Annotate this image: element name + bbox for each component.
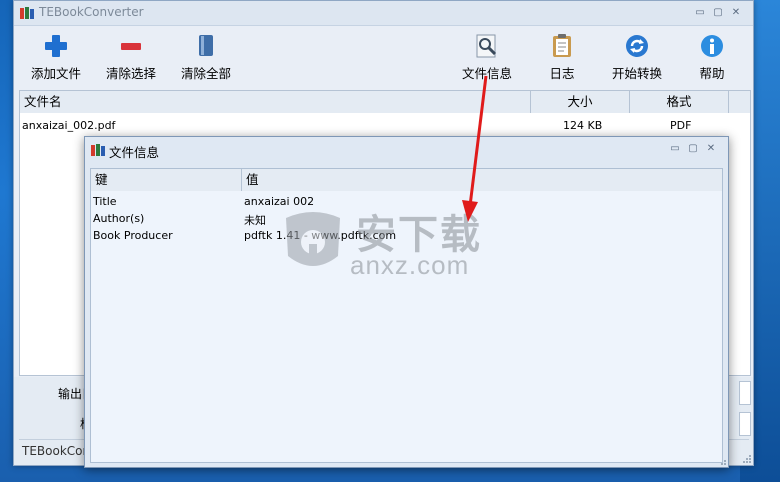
app-books-icon (20, 7, 34, 19)
info-key: Book Producer (93, 229, 173, 242)
maximize-button[interactable]: ▢ (711, 6, 725, 19)
resize-grip-icon[interactable] (717, 456, 727, 466)
app-books-icon (91, 144, 105, 156)
shield-bag-icon (286, 212, 340, 266)
dialog-minimize-button[interactable]: ▭ (668, 142, 682, 155)
add-file-button[interactable]: 添加文件 (17, 33, 95, 85)
file-table-header: 文件名 大小 格式 (19, 90, 751, 114)
file-name-cell: anxaizai_002.pdf (22, 119, 116, 132)
minimize-button[interactable]: ▭ (693, 6, 707, 19)
resize-grip-icon[interactable] (742, 454, 752, 464)
magnifier-icon (476, 34, 497, 58)
toolbar: 添加文件 清除选择 清除全部 文件信息 日志 开始转换 帮助 (14, 27, 753, 87)
info-key: Title (93, 195, 117, 208)
help-button[interactable]: 帮助 (673, 33, 751, 85)
add-file-label: 添加文件 (30, 66, 81, 81)
file-info-dialog: 文件信息 ▭ ▢ ✕ 键 值 Title anxaizai 002 Author… (84, 136, 729, 468)
file-info-button[interactable]: 文件信息 (448, 33, 526, 85)
window-title: TEBookConverter (39, 5, 144, 19)
minus-icon (121, 43, 141, 50)
output-dir-field-edge[interactable] (739, 381, 751, 405)
file-format-cell: PDF (670, 119, 692, 132)
dialog-maximize-button[interactable]: ▢ (686, 142, 700, 155)
format-select-edge[interactable] (739, 412, 751, 436)
clear-all-label: 清除全部 (180, 66, 231, 81)
clipboard-icon (553, 34, 571, 57)
refresh-icon (626, 35, 648, 57)
column-value[interactable]: 值 (242, 169, 726, 191)
column-size[interactable]: 大小 (531, 91, 630, 113)
help-label: 帮助 (699, 66, 725, 81)
info-icon (701, 35, 723, 57)
column-format[interactable]: 格式 (630, 91, 729, 113)
file-size-cell: 124 KB (563, 119, 603, 132)
start-convert-label: 开始转换 (611, 66, 662, 81)
title-bar: TEBookConverter ▭ ▢ ✕ (14, 1, 753, 26)
log-button[interactable]: 日志 (523, 33, 601, 85)
info-value: 未知 (244, 214, 266, 227)
watermark: 安下载 anxz.com (280, 198, 500, 282)
clear-selection-label: 清除选择 (105, 66, 156, 81)
dialog-close-button[interactable]: ✕ (704, 142, 718, 155)
plus-icon (45, 35, 67, 57)
watermark-latin-text: anxz.com (350, 250, 470, 280)
info-table-header: 键 值 (90, 168, 723, 192)
clear-all-button[interactable]: 清除全部 (167, 33, 245, 85)
start-convert-button[interactable]: 开始转换 (598, 33, 676, 85)
log-label: 日志 (549, 66, 575, 81)
close-button[interactable]: ✕ (729, 6, 743, 19)
column-filename[interactable]: 文件名 (20, 91, 531, 113)
file-info-label: 文件信息 (461, 66, 512, 81)
clear-selection-button[interactable]: 清除选择 (92, 33, 170, 85)
book-icon (199, 35, 213, 56)
dialog-title: 文件信息 (109, 145, 160, 160)
column-key[interactable]: 键 (91, 169, 242, 191)
info-key: Author(s) (93, 212, 145, 225)
